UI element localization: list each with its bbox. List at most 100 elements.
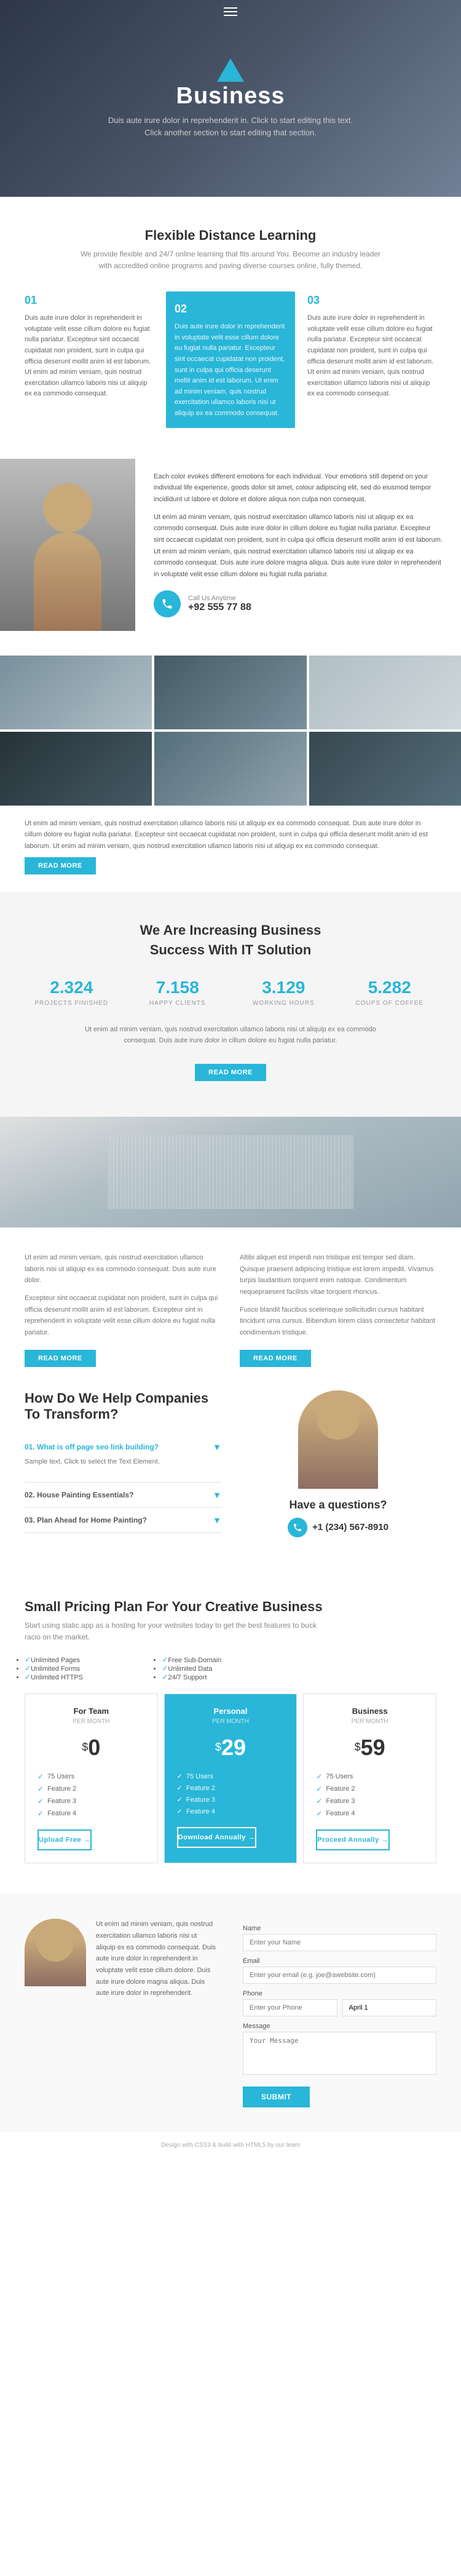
have-questions-label: Have a questions? [289, 1499, 387, 1512]
hamburger-menu[interactable] [224, 7, 237, 16]
hero-brand-name: Business [176, 83, 285, 109]
faq-item-1[interactable]: 01. What is off page seo link building? … [25, 1435, 221, 1483]
person-section: Each color evokes different emotions for… [0, 459, 461, 656]
business-feat-1: ✓75 Users [316, 1770, 424, 1783]
call-box: Call Us Anytime +92 555 77 88 [154, 590, 443, 617]
hero-logo: Business [108, 58, 353, 109]
footer-note: Design with CSS3 & build with HTML5 by o… [10, 2142, 451, 2149]
check-icon-6: ✓ [162, 1673, 168, 1681]
hero-section: Business Duis aute irure dolor in repreh… [0, 0, 461, 197]
plan-name-business: Business [316, 1706, 424, 1716]
col-text-right: Altibi aliquet est imperdi non tristique… [240, 1252, 436, 1372]
faq-header-2[interactable]: 02. House Painting Essentials? ▼ [25, 1490, 221, 1500]
stat-num-1: 2.324 [25, 978, 119, 997]
faq-header-1[interactable]: 01. What is off page seo link building? … [25, 1442, 221, 1452]
hero-content: Business Duis aute irure dolor in repreh… [108, 58, 353, 138]
feat-1-2: ✓Unlimited Forms [25, 1664, 162, 1673]
wide-image [0, 1117, 461, 1227]
plan-features-team: ✓75 Users ✓Feature 2 ✓Feature 3 ✓Feature… [37, 1770, 145, 1820]
email-label: Email [243, 1957, 436, 1965]
check-icon-4: ✓ [162, 1655, 168, 1664]
call-label: Call Us Anytime [188, 595, 251, 602]
learning-subtitle: We provide flexible and 24/7 online lear… [77, 248, 384, 272]
check-b4: ✓ [316, 1809, 322, 1818]
faq-arrow-2: ▼ [213, 1490, 221, 1500]
stat-item-4: 5.282 COUPS OF COFFEE [343, 978, 437, 1007]
email-input[interactable] [243, 1967, 436, 1984]
personal-feat-3: ✓Feature 3 [177, 1794, 285, 1805]
faq-item-2[interactable]: 02. House Painting Essentials? ▼ [25, 1483, 221, 1508]
price-card-personal: Personal PER MONTH $29 ✓75 Users ✓Featur… [164, 1694, 297, 1863]
team-plan-button[interactable]: Upload Free → [37, 1829, 92, 1850]
phone-row: +1 (234) 567-8910 [288, 1518, 388, 1537]
stats-title-2: Success With IT Solution [25, 942, 436, 958]
submit-button[interactable]: SUBMIT [243, 2087, 310, 2107]
check-icon-5: ✓ [162, 1664, 168, 1673]
col-left-read-more[interactable]: READ MORE [25, 1350, 96, 1367]
col-left-text-1: Ut enim ad minim veniam, quis nostrud ex… [25, 1252, 221, 1286]
check-p1: ✓ [177, 1772, 183, 1780]
faq-q-text-2: House Painting Essentials? [37, 1491, 133, 1499]
personal-feat-2: ✓Feature 2 [177, 1782, 285, 1794]
check-icon-2: ✓ [25, 1664, 31, 1673]
phone-svg-faq [293, 1523, 302, 1532]
call-info: Call Us Anytime +92 555 77 88 [188, 595, 251, 613]
call-number: +92 555 77 88 [188, 602, 251, 613]
check-t2: ✓ [37, 1785, 44, 1793]
faq-header-3[interactable]: 03. Plan Ahead for Home Painting? ▼ [25, 1515, 221, 1525]
check-icon-1: ✓ [25, 1655, 31, 1664]
price-num-personal: 29 [221, 1735, 246, 1760]
faq-phone-number: +1 (234) 567-8910 [312, 1522, 388, 1532]
stat-item-1: 2.324 PROJECTS FINISHED [25, 978, 119, 1007]
name-input[interactable] [243, 1934, 436, 1951]
business-feat-4: ✓Feature 4 [316, 1807, 424, 1820]
learn-text-2: Duis aute irure dolor in reprehenderit i… [175, 322, 286, 419]
pricing-feat-col-1: ✓Unlimited Pages ✓Unlimited Forms ✓Unlim… [25, 1655, 162, 1681]
person-text-area: Each color evokes different emotions for… [135, 459, 461, 631]
stats-read-more-button[interactable]: READ MORE [195, 1064, 266, 1081]
stat-item-3: 3.129 WORKING HOURS [237, 978, 331, 1007]
learn-text-3: Duis aute irure dolor in reprehenderit i… [307, 313, 436, 400]
feat-2-3: ✓24/7 Support [162, 1673, 299, 1681]
contact-inner: Ut enim ad minim veniam, quis nostrud ex… [25, 1919, 436, 2107]
personal-plan-button[interactable]: Download Annually → [177, 1827, 256, 1848]
feat-2-1: ✓Free Sub-Domain [162, 1655, 299, 1664]
pricing-title: Small Pricing Plan For Your Creative Bus… [25, 1599, 436, 1615]
check-b3: ✓ [316, 1797, 322, 1805]
gallery-item-4 [0, 732, 152, 806]
phone-input[interactable] [243, 1999, 337, 2016]
faq-item-3[interactable]: 03. Plan Ahead for Home Painting? ▼ [25, 1508, 221, 1533]
contact-form: Name Email Phone April 1 April 2 April 3… [243, 1925, 436, 2107]
plan-period-team: PER MONTH [37, 1718, 145, 1725]
col-right-read-more[interactable]: READ MORE [240, 1350, 311, 1367]
gallery-paragraph: Ut enim ad minim veniam, quis nostrud ex… [25, 818, 436, 852]
stats-title-1: We Are Increasing Business [25, 922, 436, 938]
check-p3: ✓ [177, 1796, 183, 1804]
check-t4: ✓ [37, 1809, 44, 1818]
gallery-item-5 [154, 732, 306, 806]
faq-arrow-1: ▼ [213, 1442, 221, 1452]
faq-answer-text-1: Sample text, Click to select the Text El… [25, 1457, 221, 1468]
business-plan-button[interactable]: Proceed Annually → [316, 1829, 390, 1850]
personal-feat-1: ✓75 Users [177, 1770, 285, 1782]
phone-svg [161, 598, 173, 610]
stat-label-2: HAPPY CLIENTS [131, 1000, 225, 1007]
check-t1: ✓ [37, 1772, 44, 1781]
plan-period-personal: PER MONTH [177, 1718, 285, 1725]
pricing-features: ✓Unlimited Pages ✓Unlimited Forms ✓Unlim… [25, 1655, 436, 1681]
stats-section: We Are Increasing Business Success With … [0, 892, 461, 1117]
price-dollar-team: $ [82, 1741, 88, 1753]
business-feat-2: ✓Feature 2 [316, 1783, 424, 1795]
contact-form-wrap: Name Email Phone April 1 April 2 April 3… [243, 1919, 436, 2107]
date-select[interactable]: April 1 April 2 April 3 [342, 1999, 437, 2016]
gallery-item-3 [309, 656, 461, 729]
feat-2-2: ✓Unlimited Data [162, 1664, 299, 1673]
team-feat-4: ✓Feature 4 [37, 1807, 145, 1820]
gallery-read-more-button[interactable]: READ MORE [25, 857, 96, 874]
plan-period-business: PER MONTH [316, 1718, 424, 1725]
message-textarea[interactable] [243, 2032, 436, 2075]
gallery-item-2 [154, 656, 306, 729]
col-right-text-1: Altibi aliquet est imperdi non tristique… [240, 1252, 436, 1298]
learn-text-1: Duis aute irure dolor in reprehenderit i… [25, 313, 154, 400]
price-num-business: 59 [361, 1735, 385, 1760]
